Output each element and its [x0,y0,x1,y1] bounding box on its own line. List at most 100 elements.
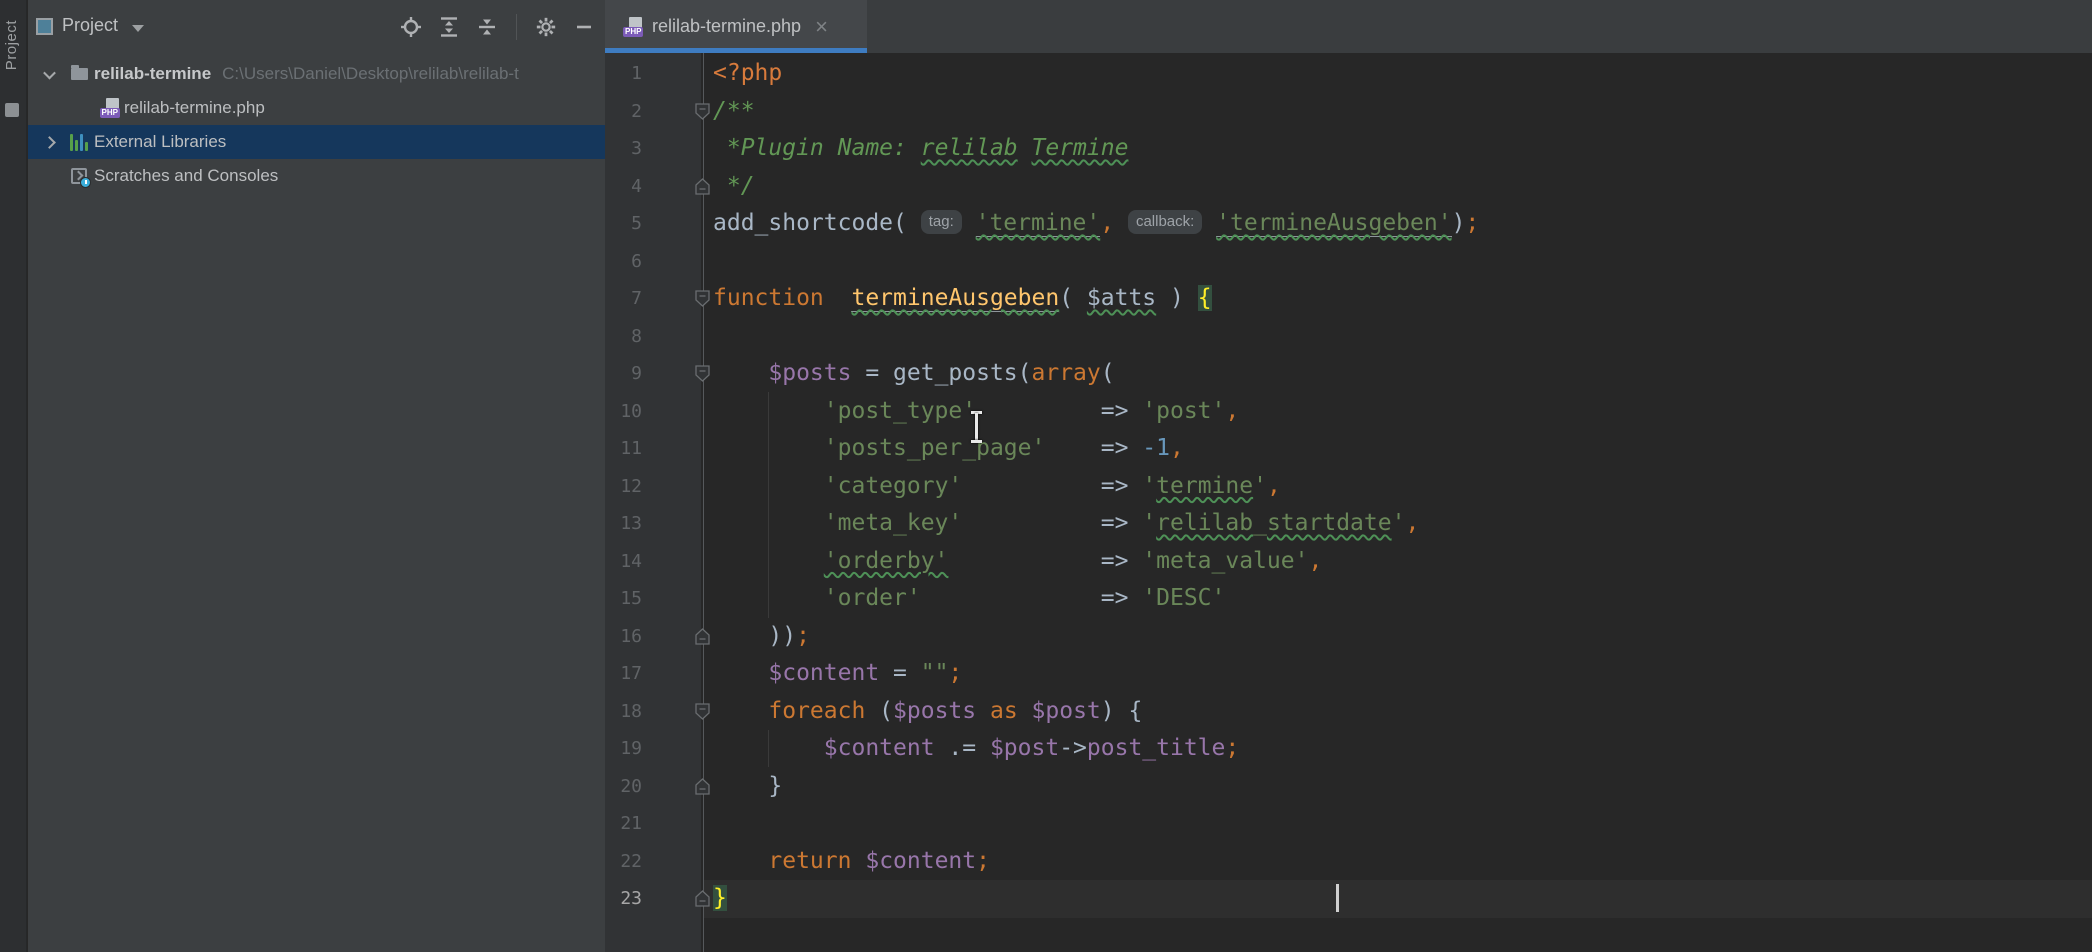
code-line-19[interactable]: $content .= $post->post_title; [713,730,2083,768]
locate-icon[interactable] [400,16,422,38]
gutter-line-10[interactable]: 10 [605,393,725,431]
code-line-7[interactable]: function termineAusgeben( $atts ) { [713,280,2083,318]
code-line-23[interactable]: } [713,880,2083,918]
gutter-line-13[interactable]: 13 [605,505,725,543]
expand-all-icon[interactable] [438,16,460,38]
fold-open-icon[interactable] [695,365,710,382]
code-line-10[interactable]: 'post_type' => 'post', [713,393,2083,431]
chevron-down-icon[interactable] [43,66,56,79]
code-line-13[interactable]: 'meta_key' => 'relilab_startdate', [713,505,2083,543]
fold-open-icon[interactable] [695,290,710,307]
code-line-17[interactable]: $content = ""; [713,655,2083,693]
project-stripe-button[interactable]: Project [3,20,20,70]
project-panel-title[interactable]: Project [62,15,118,36]
code-token: startdate [1267,510,1392,536]
code-line-6[interactable] [713,243,2083,281]
fold-close-icon[interactable] [695,778,710,795]
code-token: , [1267,473,1281,499]
code-line-8[interactable] [713,318,2083,356]
fold-open-icon[interactable] [695,103,710,120]
line-number: 17 [605,655,642,693]
code-line-15[interactable]: 'order' => 'DESC' [713,580,2083,618]
code-line-20[interactable]: } [713,768,2083,806]
gutter-line-12[interactable]: 12 [605,468,725,506]
code-token: , [1170,435,1184,461]
gutter-line-23[interactable]: 23 [605,880,725,918]
gutter-line-22[interactable]: 22 [605,843,725,881]
hide-panel-icon[interactable] [573,16,595,38]
line-number: 16 [605,618,642,656]
code-line-21[interactable] [713,805,2083,843]
code-area[interactable]: <?php/** *Plugin Name: relilab Termine *… [713,55,2083,918]
code-token: ' [948,473,962,499]
code-token: => [1101,548,1143,574]
line-number: 9 [605,355,642,393]
gutter-line-9[interactable]: 9 [605,355,725,393]
code-token [713,398,824,424]
gutter-line-18[interactable]: 18 [605,693,725,731]
fold-close-icon[interactable] [695,890,710,907]
tree-item-scratches-and-consoles[interactable]: Scratches and Consoles [28,159,605,193]
tool-window-square-icon[interactable] [5,103,19,117]
code-token: ; [1225,735,1239,761]
code-token [713,735,824,761]
line-number: 13 [605,505,642,543]
gutter-line-20[interactable]: 20 [605,768,725,806]
tree-item-relilab-termine[interactable]: relilab-termineC:\Users\Daniel\Desktop\r… [28,57,605,91]
gutter-line-15[interactable]: 15 [605,580,725,618]
line-number: 1 [605,55,642,93]
gutter-line-4[interactable]: 4 [605,168,725,206]
code-token: 'post_type' [824,398,976,424]
gutter-line-1[interactable]: 1 [605,55,725,93]
code-token: relilab [1156,510,1253,536]
gutter-line-11[interactable]: 11 [605,430,725,468]
tree-item-label: relilab-termine [94,64,211,84]
project-tree: relilab-termineC:\Users\Daniel\Desktop\r… [28,57,605,193]
code-token: return [768,848,851,874]
code-token: 'orderby' [824,548,949,574]
code-line-22[interactable]: return $content; [713,843,2083,881]
fold-close-icon[interactable] [695,628,710,645]
code-line-18[interactable]: foreach ($posts as $post) { [713,693,2083,731]
line-number: 2 [605,93,642,131]
gutter-line-5[interactable]: 5 [605,205,725,243]
collapse-all-icon[interactable] [476,16,498,38]
fold-close-icon[interactable] [695,178,710,195]
code-line-12[interactable]: 'category' => 'termine', [713,468,2083,506]
code-line-14[interactable]: 'orderby' => 'meta_value', [713,543,2083,581]
code-line-11[interactable]: 'posts_per_page' => -1, [713,430,2083,468]
fold-open-icon[interactable] [695,703,710,720]
gutter-line-6[interactable]: 6 [605,243,725,281]
gutter-line-8[interactable]: 8 [605,318,725,356]
gutter-line-19[interactable]: 19 [605,730,725,768]
chevron-down-icon[interactable] [132,25,144,32]
line-number: 15 [605,580,642,618]
code-line-1[interactable]: <?php [713,55,2083,93]
code-token: "" [921,660,949,686]
tree-item-relilab-termine-php[interactable]: PHPrelilab-termine.php [28,91,605,125]
code-line-2[interactable]: /** [713,93,2083,131]
code-token [1202,210,1216,236]
tab-relilab-termine-php[interactable]: PHP relilab-termine.php × [605,0,867,53]
code-line-16[interactable]: )); [713,618,2083,656]
gutter-line-3[interactable]: 3 [605,130,725,168]
settings-gear-icon[interactable] [535,16,557,38]
tree-item-external-libraries[interactable]: External Libraries [28,125,605,159]
gutter-line-7[interactable]: 7 [605,280,725,318]
code-token: = [879,660,921,686]
code-line-5[interactable]: add_shortcode( tag: 'termine', callback:… [713,205,2083,243]
gutter-line-17[interactable]: 17 [605,655,725,693]
code-line-4[interactable]: */ [713,168,2083,206]
code-line-9[interactable]: $posts = get_posts(array( [713,355,2083,393]
code-line-3[interactable]: *Plugin Name: relilab Termine [713,130,2083,168]
code-token [1045,435,1100,461]
gutter-line-21[interactable]: 21 [605,805,725,843]
gutter-line-14[interactable]: 14 [605,543,725,581]
code-token [713,848,768,874]
gutter-line-2[interactable]: 2 [605,93,725,131]
editor-tab-bar: PHP relilab-termine.php × [605,0,2092,53]
tab-close-icon[interactable]: × [815,16,828,38]
chevron-right-icon[interactable] [43,136,56,149]
code-token [962,473,1100,499]
gutter-line-16[interactable]: 16 [605,618,725,656]
